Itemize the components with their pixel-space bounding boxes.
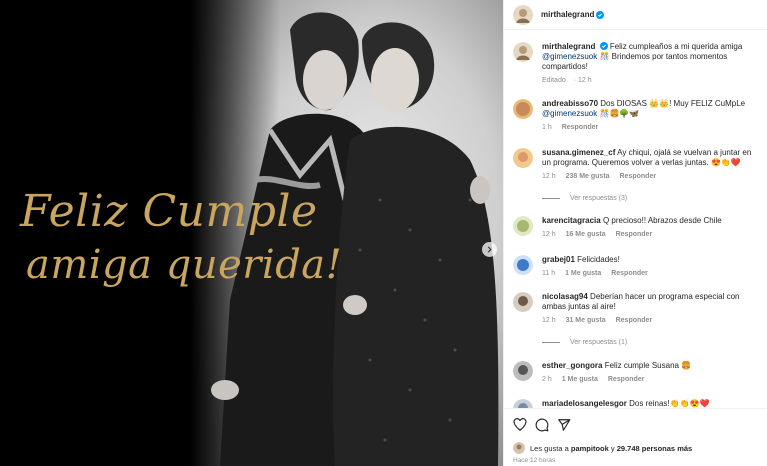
reply-button[interactable]: Responder: [611, 270, 648, 277]
comment-item: mariadelosangelesgor Dos reinas!👏👏😍❤️: [513, 399, 763, 408]
comment-time: 2 h: [542, 376, 552, 383]
comment-time: 1 h: [542, 124, 552, 131]
commenter-username[interactable]: esther_gongora: [542, 361, 602, 370]
comment-text: Q precioso!! Abrazos desde Chile: [602, 216, 722, 225]
post-actions: Les gusta a pampitook y 29.748 personas …: [504, 408, 767, 466]
comment-time: 11 h: [542, 270, 556, 277]
image-caption-line1: Feliz Cumple: [20, 186, 318, 237]
caption-username[interactable]: mirthalegrand: [542, 42, 595, 51]
comment-likes[interactable]: 1 Me gusta: [562, 376, 598, 383]
reply-button[interactable]: Responder: [616, 317, 653, 324]
reply-button[interactable]: Responder: [616, 231, 653, 238]
comment-icon[interactable]: [535, 418, 549, 432]
commenter-username[interactable]: karencitagracia: [542, 216, 601, 225]
caption: mirthalegrand Feliz cumpleaños a mi quer…: [513, 42, 763, 86]
author-avatar[interactable]: [513, 4, 533, 25]
comment-item: susana.gimenez_cf Ay chiqui, ojalá se vu…: [513, 148, 763, 182]
commenter-username[interactable]: mariadelosangelesgor: [542, 399, 627, 408]
view-replies-label: Ver respuestas (1): [570, 339, 628, 346]
liker-username[interactable]: pampitook: [571, 444, 609, 453]
author-username[interactable]: mirthalegrand: [541, 10, 594, 19]
commenter-avatar[interactable]: [513, 361, 533, 381]
commenter-avatar[interactable]: [513, 399, 533, 408]
comment-text-rest: 🎊🍔🌳🦋: [599, 109, 640, 118]
comment-time: 12 h: [542, 317, 556, 324]
comments-list[interactable]: mirthalegrand Feliz cumpleaños a mi quer…: [504, 30, 767, 408]
comment-time: 12 h: [542, 231, 556, 238]
comment-item: andreabisso70 Dos DIOSAS 👑👑! Muy FELIZ C…: [513, 99, 763, 133]
edited-label: Editado: [542, 77, 566, 84]
view-replies-button[interactable]: Ver respuestas (3): [542, 195, 627, 202]
reply-button[interactable]: Responder: [620, 173, 657, 180]
verified-badge-icon: [596, 10, 605, 19]
comment-item: esther_gongora Feliz cumple Susana 🍔 2 h…: [513, 361, 763, 385]
share-icon[interactable]: [557, 418, 571, 432]
author-avatar[interactable]: [513, 42, 533, 62]
comment-mention[interactable]: @gimenezsuok: [542, 109, 597, 118]
comment-text: Dos DIOSAS 👑👑! Muy FELIZ CuMpLe: [600, 99, 746, 108]
comment-text: Feliz cumple Susana 🍔: [604, 361, 692, 370]
commenter-username[interactable]: andreabisso70: [542, 99, 598, 108]
commenter-username[interactable]: susana.gimenez_cf: [542, 148, 615, 157]
view-replies-label: Ver respuestas (3): [570, 195, 628, 202]
commenter-username[interactable]: nicolasag94: [542, 292, 588, 301]
verified-badge-icon: [599, 42, 608, 50]
likes-summary: Les gusta a pampitook y 29.748 personas …: [513, 442, 692, 454]
caption-time: 12 h: [578, 77, 592, 84]
comment-item: karencitagracia Q precioso!! Abrazos des…: [513, 216, 763, 240]
likes-count[interactable]: 29.748 personas más: [617, 444, 692, 453]
comment-likes[interactable]: 238 Me gusta: [566, 173, 610, 180]
post-media: Feliz Cumple amiga querida!: [0, 0, 503, 466]
comment-text: Felicidades!: [577, 255, 620, 264]
comment-text: Dos reinas!👏👏😍❤️: [629, 399, 710, 408]
heart-icon[interactable]: [513, 418, 527, 432]
commenter-avatar[interactable]: [513, 292, 533, 312]
liker-avatar[interactable]: [513, 442, 525, 454]
commenter-avatar[interactable]: [513, 255, 533, 275]
comment-item: grabej01 Felicidades! 11 h 1 Me gusta Re…: [513, 255, 763, 279]
commenter-avatar[interactable]: [513, 99, 533, 119]
view-replies-button[interactable]: Ver respuestas (1): [542, 339, 627, 346]
post-header: mirthalegrand: [504, 0, 767, 30]
commenter-username[interactable]: grabej01: [542, 255, 575, 264]
commenter-avatar[interactable]: [513, 148, 533, 168]
commenter-avatar[interactable]: [513, 216, 533, 236]
image-caption-line2: amiga querida!: [26, 242, 343, 288]
post-side-panel: mirthalegrand mirthalegrand Feliz cumple…: [503, 0, 767, 466]
likes-prefix: Les gusta a: [530, 443, 569, 453]
reply-button[interactable]: Responder: [562, 124, 599, 131]
post-timestamp: Hace 12 horas: [513, 457, 556, 464]
chevron-right-icon: [487, 246, 492, 253]
caption-mention[interactable]: @gimenezsuok: [542, 52, 597, 61]
caption-text: Feliz cumpleaños a mi querida amiga: [609, 42, 743, 51]
reply-button[interactable]: Responder: [608, 376, 645, 383]
comment-likes[interactable]: 1 Me gusta: [565, 270, 601, 277]
comment-likes[interactable]: 31 Me gusta: [566, 317, 606, 324]
comment-item: nicolasag94 Deberían hacer un programa e…: [513, 292, 763, 326]
comment-time: 12 h: [542, 173, 556, 180]
next-media-button[interactable]: [482, 242, 497, 257]
likes-middle: y: [610, 443, 615, 453]
comment-likes[interactable]: 16 Me gusta: [566, 231, 606, 238]
